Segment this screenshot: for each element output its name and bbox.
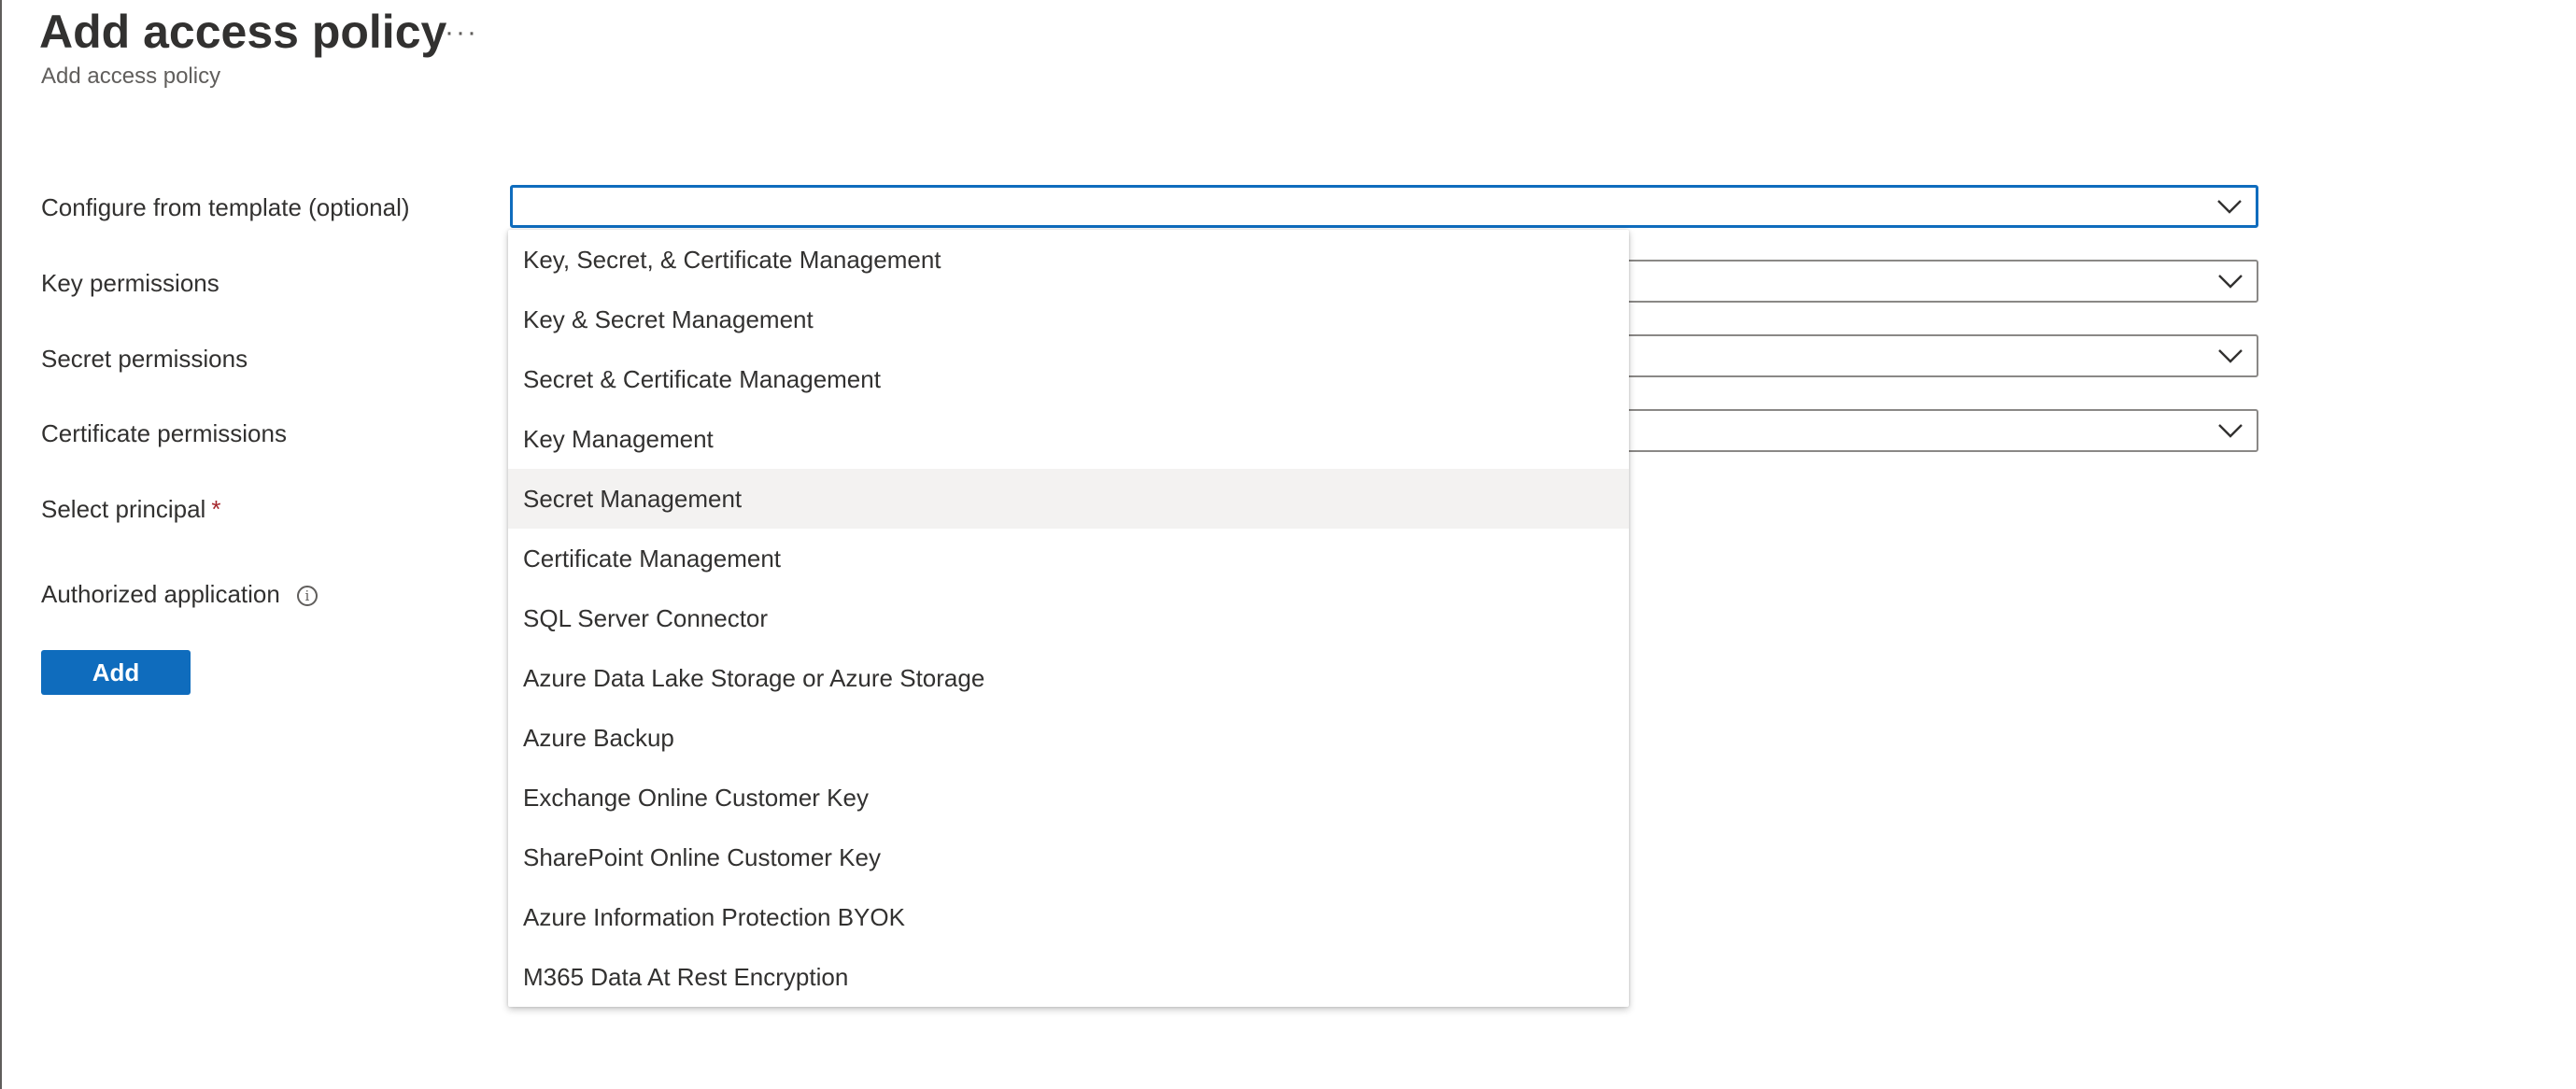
template-option[interactable]: M365 Data At Rest Encryption: [508, 947, 1629, 1007]
key-permissions-label: Key permissions: [41, 269, 219, 297]
chevron-down-icon: [2218, 275, 2243, 289]
select-principal-text: Select principal: [41, 495, 206, 523]
template-dropdown[interactable]: [510, 185, 2258, 228]
more-icon[interactable]: ···: [445, 9, 478, 56]
authorized-application-text: Authorized application: [41, 580, 280, 608]
template-option[interactable]: Secret & Certificate Management: [508, 349, 1629, 409]
template-option[interactable]: Key Management: [508, 409, 1629, 469]
template-label: Configure from template (optional): [41, 193, 410, 221]
required-asterisk: *: [211, 495, 221, 523]
chevron-down-icon: [2218, 424, 2243, 438]
certificate-permissions-label: Certificate permissions: [41, 419, 287, 447]
chevron-down-icon: [2217, 200, 2242, 214]
template-option[interactable]: SharePoint Online Customer Key: [508, 827, 1629, 887]
page-title: Add access policy: [39, 6, 447, 58]
select-principal-label: Select principal *: [41, 492, 220, 526]
page: Add access policy ··· Add access policy …: [0, 0, 2576, 1089]
authorized-application-label: Authorized application i: [41, 577, 318, 611]
template-option[interactable]: Key & Secret Management: [508, 290, 1629, 349]
template-option[interactable]: SQL Server Connector: [508, 588, 1629, 648]
info-icon[interactable]: i: [296, 586, 318, 606]
template-options-list: Key, Secret, & Certificate Management Key…: [508, 230, 1629, 1007]
chevron-down-icon: [2218, 349, 2243, 363]
template-option[interactable]: Azure Information Protection BYOK: [508, 887, 1629, 947]
template-option[interactable]: Azure Data Lake Storage or Azure Storage: [508, 648, 1629, 708]
page-subtitle: Add access policy: [41, 64, 221, 89]
secret-permissions-label: Secret permissions: [41, 345, 248, 373]
add-button[interactable]: Add: [41, 650, 191, 695]
template-option[interactable]: Azure Backup: [508, 708, 1629, 768]
template-option[interactable]: Key, Secret, & Certificate Management: [508, 230, 1629, 290]
template-option[interactable]: Certificate Management: [508, 529, 1629, 588]
template-option[interactable]: Secret Management: [508, 469, 1629, 529]
template-option[interactable]: Exchange Online Customer Key: [508, 768, 1629, 827]
